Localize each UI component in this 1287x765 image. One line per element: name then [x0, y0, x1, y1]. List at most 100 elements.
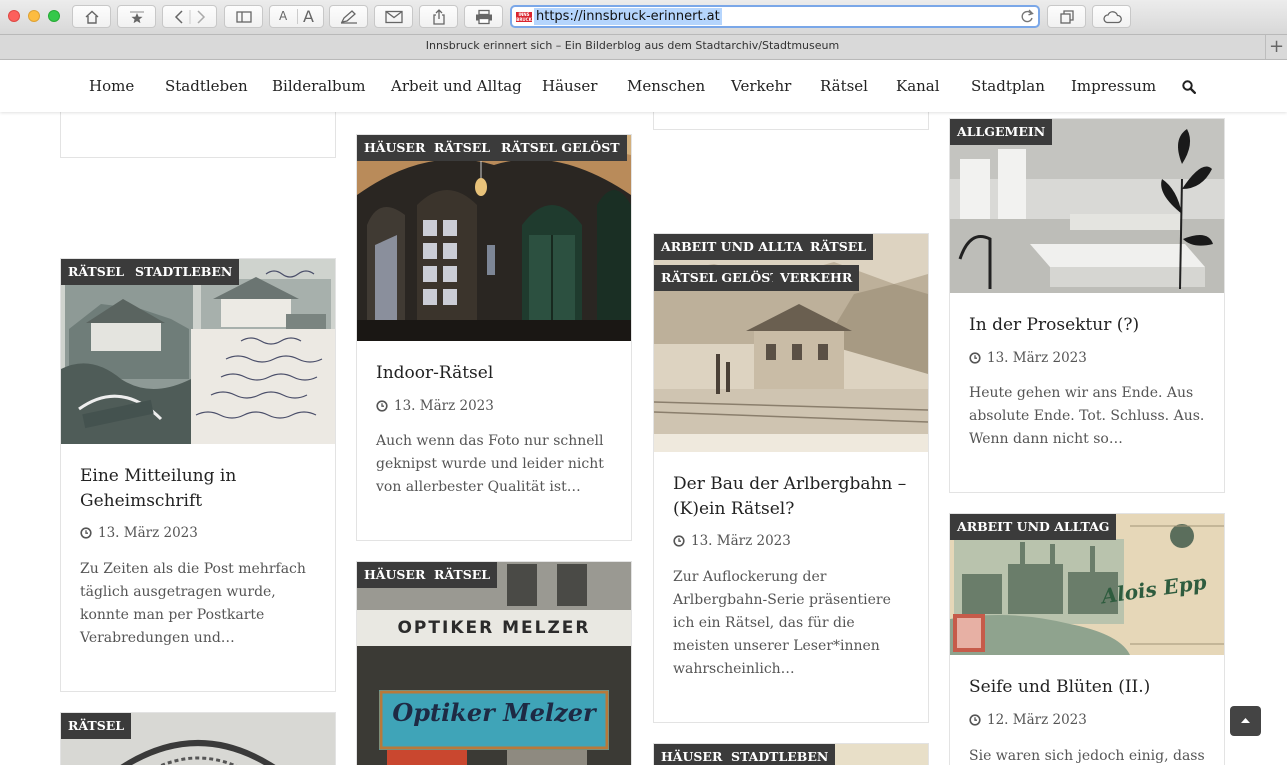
tag-raetsel[interactable]: RÄTSEL — [61, 713, 132, 739]
back-forward-buttons[interactable] — [162, 5, 217, 28]
annotate-button[interactable] — [329, 5, 368, 28]
new-tab-button[interactable]: + — [1265, 35, 1287, 60]
clock-icon — [376, 400, 388, 412]
tag-stadtleben[interactable]: STADTLEBEN — [724, 744, 836, 765]
nav-item-impressum[interactable]: Impressum — [1071, 77, 1156, 95]
post-title[interactable]: Der Bau der Arlbergbahn – (K)ein Rätsel? — [673, 472, 909, 522]
interior-photo — [357, 135, 631, 341]
nav-item-bilderalbum[interactable]: Bilderalbum — [272, 77, 366, 95]
post-card-prosektur[interactable]: ALLGEMEIN In der Prosektur (?) 13. März … — [949, 118, 1225, 493]
tag-allgemein[interactable]: ALLGEMEIN — [950, 119, 1053, 145]
tag-arbeit-und-alltag[interactable]: ARBEIT UND ALLTAG — [950, 514, 1117, 540]
post-title[interactable]: Indoor-Rätsel — [376, 361, 612, 386]
sidebar-icon — [235, 10, 252, 23]
nav-item-haeuser[interactable]: Häuser — [542, 77, 597, 95]
mail-button[interactable] — [374, 5, 413, 28]
nav-item-stadtleben[interactable]: Stadtleben — [165, 77, 248, 95]
share-button[interactable] — [419, 5, 458, 28]
post-thumbnail[interactable] — [357, 135, 631, 341]
post-card-arlbergbahn[interactable]: ARBEIT UND ALLTAG RÄTSEL RÄTSEL GELÖST V… — [653, 233, 929, 723]
tag-raetsel[interactable]: RÄTSEL — [61, 259, 132, 285]
tag-raetsel[interactable]: RÄTSEL — [427, 135, 498, 161]
post-card-optiker-melzer[interactable]: OPTIKER MELZER Optiker Melzer HÄUSER RÄT… — [356, 561, 632, 765]
cloud-icon — [1102, 10, 1122, 23]
active-tab-title[interactable]: Innsbruck erinnert sich – Ein Bilderblog… — [0, 39, 1265, 52]
post-excerpt: Sie waren sich jedoch einig, dass — [969, 748, 1205, 764]
search-icon[interactable] — [1182, 80, 1196, 94]
tag-haeuser[interactable]: HÄUSER — [357, 562, 433, 588]
bookmarks-button[interactable] — [117, 5, 156, 28]
printer-icon — [475, 9, 492, 24]
reload-icon[interactable] — [1020, 9, 1034, 24]
post-date-text: 13. März 2023 — [98, 525, 198, 541]
tag-verkehr[interactable]: VERKEHR — [773, 265, 860, 291]
nav-item-stadtplan[interactable]: Stadtplan — [971, 77, 1045, 95]
pencil-icon — [340, 9, 357, 24]
post-title[interactable]: Seife und Blüten (II.) — [969, 675, 1205, 700]
nav-item-verkehr[interactable]: Verkehr — [731, 77, 791, 95]
post-date: 12. März 2023 — [969, 712, 1087, 728]
zoom-window-button[interactable] — [48, 10, 60, 22]
nav-item-menschen[interactable]: Menschen — [627, 77, 705, 95]
clock-icon — [969, 714, 981, 726]
shop-sign-script: Optiker Melzer — [392, 698, 596, 727]
font-size-buttons[interactable]: A A — [269, 5, 324, 28]
post-thumbnail[interactable] — [61, 259, 335, 444]
share-icon — [432, 8, 445, 25]
tag-raetsel-geloest[interactable]: RÄTSEL GELÖST — [494, 135, 627, 161]
post-thumbnail[interactable] — [357, 562, 631, 765]
site-favicon: INNS BRUCK — [516, 12, 532, 22]
tag-arbeit-und-alltag[interactable]: ARBEIT UND ALLTAG — [654, 234, 821, 260]
post-card-indoor-raetsel[interactable]: HÄUSER RÄTSEL RÄTSEL GELÖST Indoor-Rätse… — [356, 134, 632, 541]
post-date: 13. März 2023 — [80, 525, 198, 541]
url-text[interactable]: https://innsbruck-erinnert.at — [534, 8, 722, 25]
clock-icon — [969, 352, 981, 364]
post-date-text: 12. März 2023 — [987, 712, 1087, 728]
post-card-geheimschrift[interactable]: RÄTSEL STADTLEBEN Eine Mitteilung in Geh… — [60, 258, 336, 692]
post-card-raetsel-bottom[interactable]: RÄTSEL — [60, 712, 336, 765]
tag-haeuser[interactable]: HÄUSER — [357, 135, 433, 161]
post-thumbnail[interactable] — [950, 119, 1224, 293]
sidebar-button[interactable] — [224, 5, 263, 28]
tag-raetsel[interactable]: RÄTSEL — [803, 234, 874, 260]
font-larger-button[interactable]: A — [303, 6, 314, 27]
home-button[interactable] — [72, 5, 111, 28]
postcard-photo — [61, 259, 335, 444]
post-title[interactable]: Eine Mitteilung in Geheimschrift — [80, 464, 316, 514]
close-window-button[interactable] — [8, 10, 20, 22]
browser-toolbar: A A INNS BRUCK https://innsbruck-erinnert… — [0, 0, 1287, 35]
envelope-icon — [384, 10, 403, 23]
nav-item-arbeit-und-alltag[interactable]: Arbeit und Alltag — [391, 77, 522, 95]
shop-front-photo — [357, 562, 631, 765]
address-bar[interactable]: INNS BRUCK https://innsbruck-erinnert.at — [510, 5, 1040, 28]
scroll-to-top-button[interactable] — [1230, 706, 1261, 736]
tag-raetsel-geloest[interactable]: RÄTSEL GELÖST — [654, 265, 787, 291]
tabs-icon — [1059, 9, 1074, 24]
post-date-text: 13. März 2023 — [987, 350, 1087, 366]
star-bookmark-icon — [129, 11, 144, 23]
shop-sign-text: OPTIKER MELZER — [397, 618, 591, 638]
post-card-haeuser-bottom[interactable]: HÄUSER STADTLEBEN — [653, 743, 929, 765]
back-forward-icon — [174, 9, 205, 24]
nav-item-home[interactable]: Home — [89, 77, 134, 95]
home-icon — [85, 10, 98, 24]
tab-bar: Innsbruck erinnert sich – Ein Bilderblog… — [0, 35, 1287, 60]
post-title[interactable]: In der Prosektur (?) — [969, 313, 1205, 338]
tag-stadtleben[interactable]: STADTLEBEN — [128, 259, 240, 285]
clock-icon — [673, 535, 685, 547]
post-date: 13. März 2023 — [376, 398, 494, 414]
main-navigation: Home Stadtleben Bilderalbum Arbeit und A… — [0, 60, 1287, 112]
print-button[interactable] — [464, 5, 503, 28]
icloud-tabs-button[interactable] — [1092, 5, 1131, 28]
nav-item-raetsel[interactable]: Rätsel — [820, 77, 868, 95]
post-card-seife-und-blueten[interactable]: Alois Epp ARBEIT UND ALLTAG Seife und Bl… — [949, 513, 1225, 765]
post-date-text: 13. März 2023 — [691, 533, 791, 549]
nav-item-kanal[interactable]: Kanal — [896, 77, 940, 95]
post-date: 13. März 2023 — [969, 350, 1087, 366]
minimize-window-button[interactable] — [28, 10, 40, 22]
font-smaller-button[interactable]: A — [279, 6, 287, 27]
tab-overview-button[interactable] — [1047, 5, 1086, 28]
tag-haeuser[interactable]: HÄUSER — [654, 744, 730, 765]
clock-icon — [80, 527, 92, 539]
tag-raetsel[interactable]: RÄTSEL — [427, 562, 498, 588]
